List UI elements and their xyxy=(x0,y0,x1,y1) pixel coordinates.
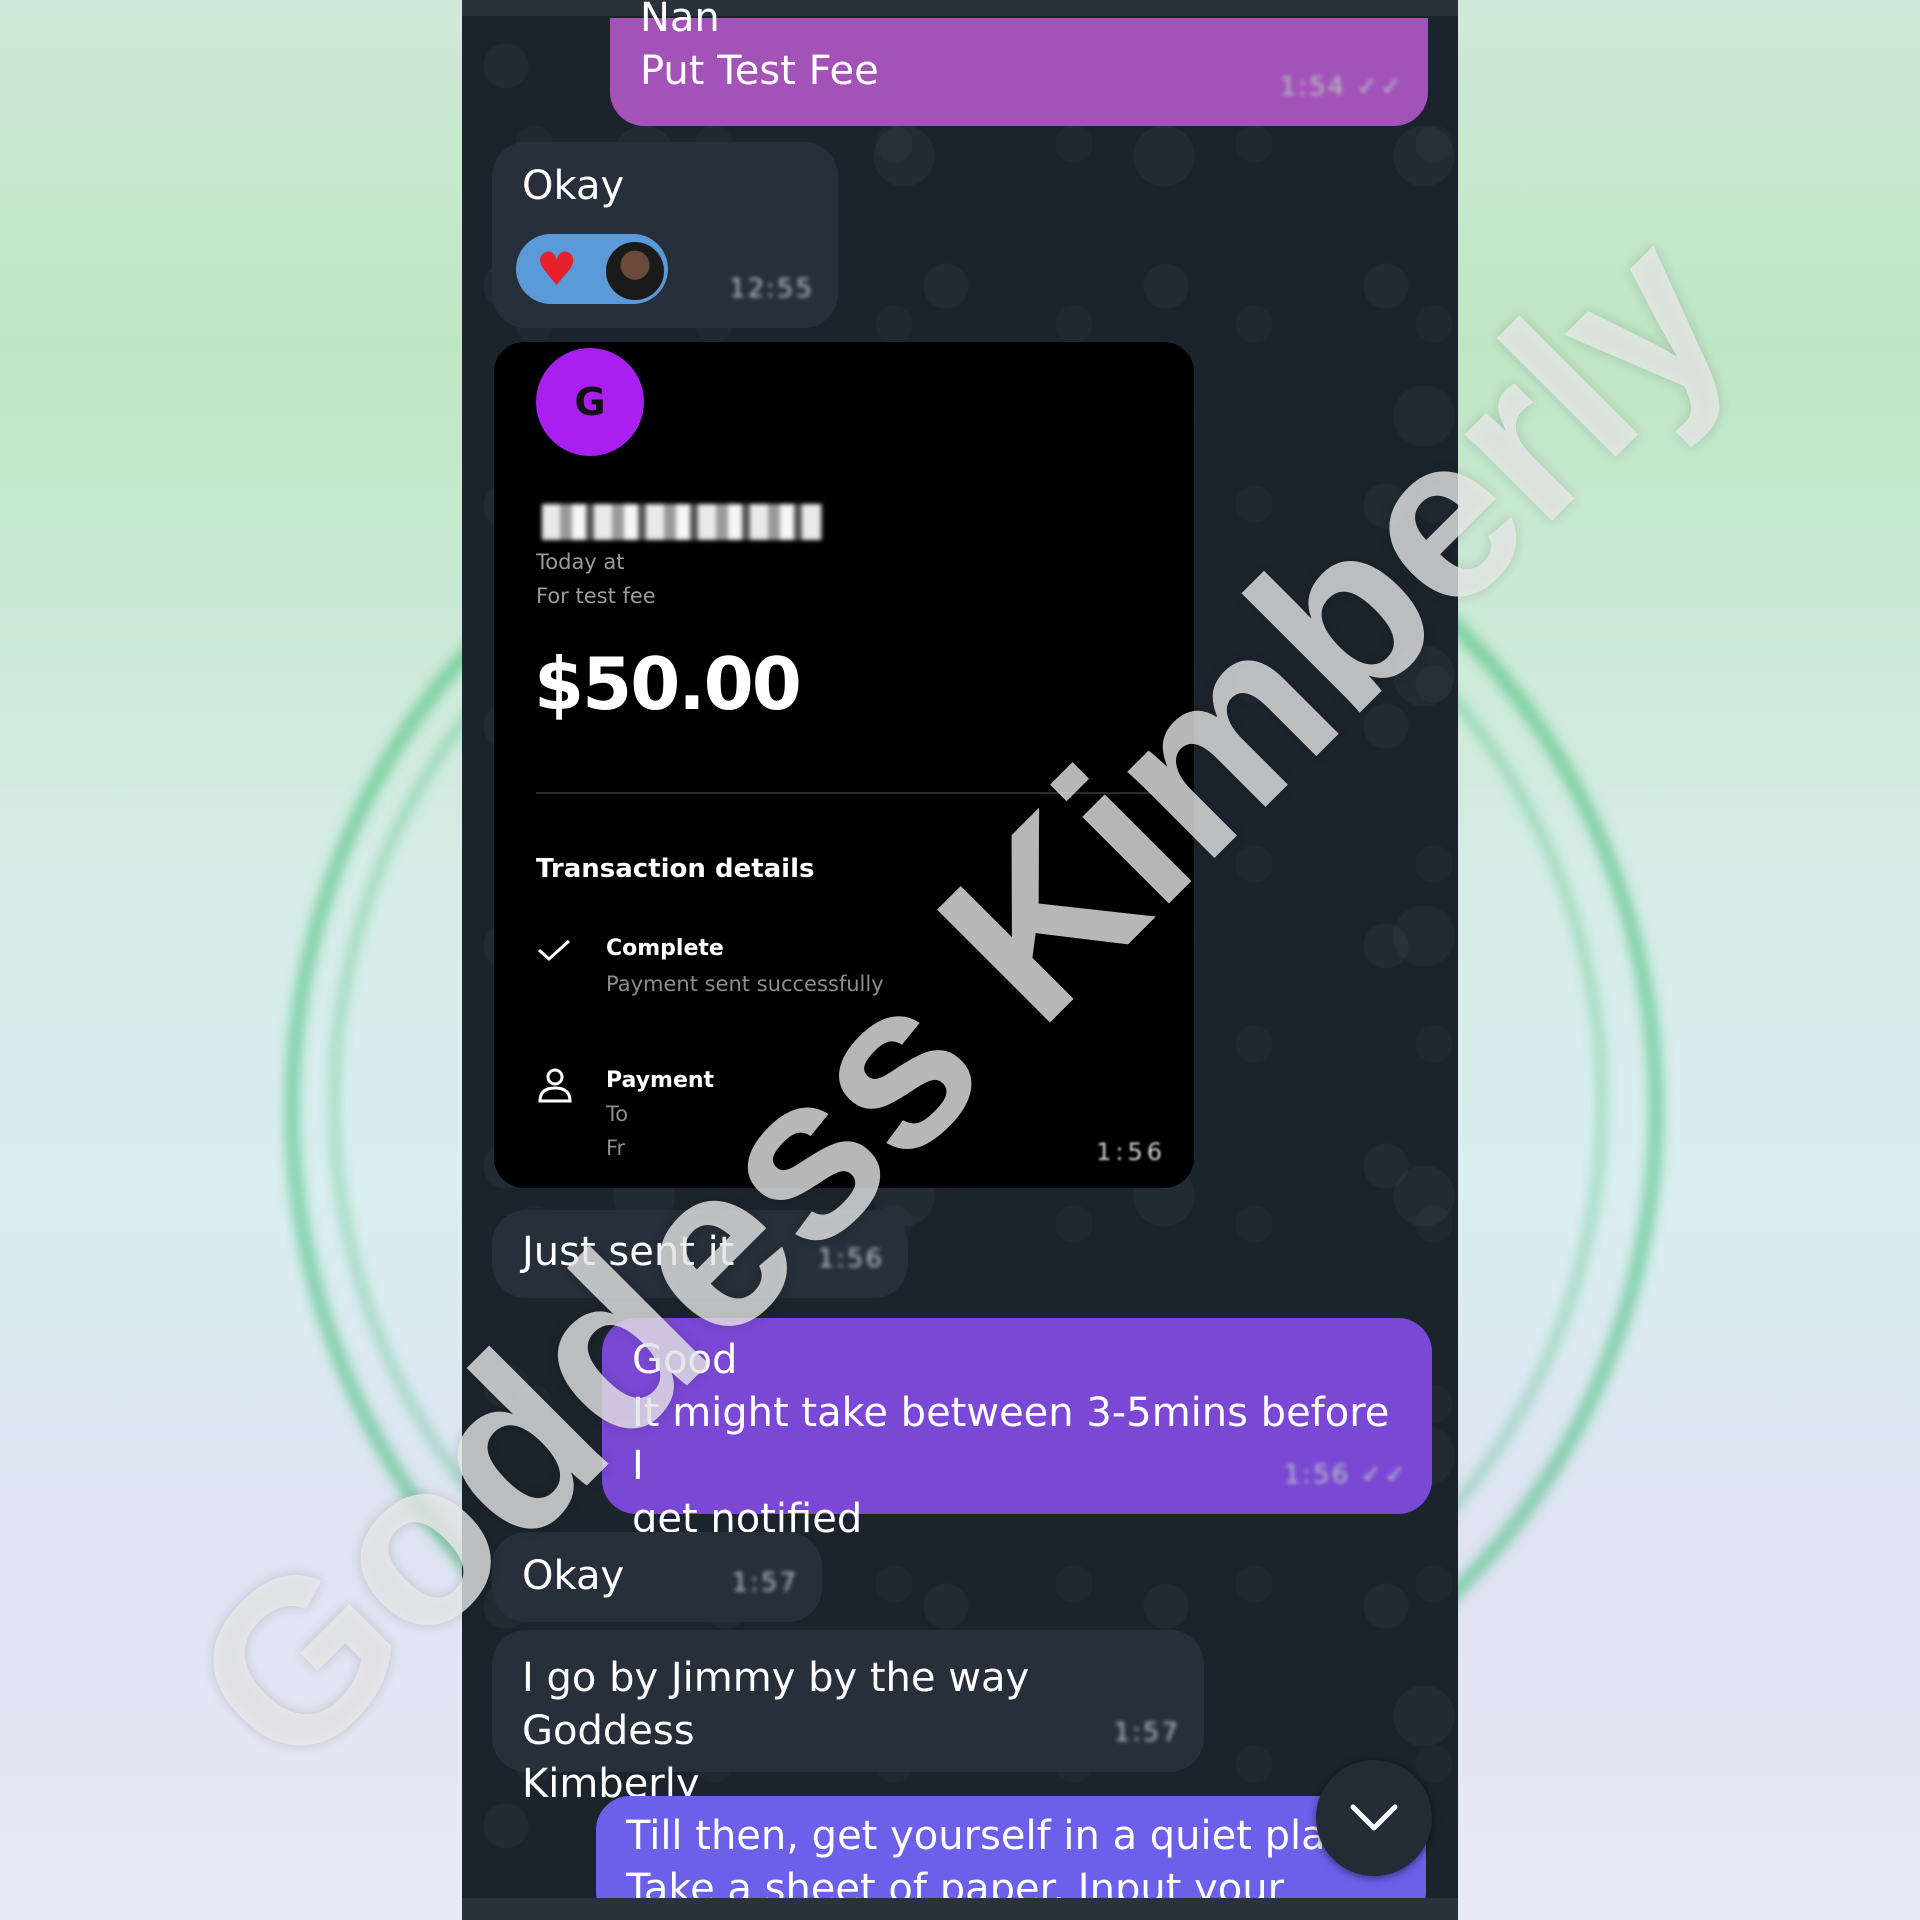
card-divider xyxy=(536,792,1156,794)
reaction-avatar[interactable] xyxy=(604,240,666,302)
payment-to: To xyxy=(606,1102,629,1126)
incoming-message-jimmy[interactable]: I go by Jimmy by the way Goddess Kimberl… xyxy=(492,1630,1204,1807)
card-amount: $50.00 xyxy=(534,642,802,726)
payment-label: Payment xyxy=(606,1068,715,1093)
message-text-line1: Nan xyxy=(640,0,720,41)
card-date: Today at xyxy=(536,550,625,574)
status-subtitle: Payment sent successfully xyxy=(606,972,884,996)
chat-bottom-edge xyxy=(462,1898,1458,1920)
outgoing-message-2[interactable]: Good It might take between 3-5mins befor… xyxy=(602,1318,1432,1542)
incoming-message-okay[interactable]: Okay ♥ 12:55 xyxy=(492,142,838,328)
payment-screenshot-image[interactable]: G Today at For test fee $50.00 Transacti… xyxy=(494,342,1194,1188)
check-icon xyxy=(537,939,571,962)
message-text: Good It might take between 3-5mins befor… xyxy=(632,1337,1390,1542)
card-note: For test fee xyxy=(536,584,656,608)
outgoing-message-1[interactable]: Nan Put Test Fee 1:54 ✓✓ xyxy=(610,0,1428,126)
transaction-details-title: Transaction details xyxy=(536,854,815,884)
incoming-message-just-sent[interactable]: Just sent it 1:56 xyxy=(492,1210,908,1298)
message-text: I go by Jimmy by the way Goddess Kimberl… xyxy=(522,1655,1030,1807)
message-meta: 1:57 xyxy=(731,1568,798,1598)
image-meta: 1:56 xyxy=(1096,1138,1166,1166)
payment-from: Fr xyxy=(606,1136,626,1160)
redacted-recipient-name xyxy=(542,504,822,540)
heart-icon[interactable]: ♥ xyxy=(536,244,577,294)
status-title: Complete xyxy=(606,936,724,961)
message-meta: 1:56 xyxy=(817,1244,884,1274)
chevron-down-icon xyxy=(1350,1804,1398,1831)
scroll-to-bottom-button[interactable] xyxy=(1316,1760,1432,1876)
incoming-message-okay-2[interactable]: Okay 1:57 xyxy=(492,1532,822,1622)
card-avatar: G xyxy=(536,348,644,456)
message-text: Okay xyxy=(522,163,625,209)
chat-panel[interactable]: Nan Put Test Fee 1:54 ✓✓ Okay ♥ 12:55 G … xyxy=(462,0,1458,1920)
message-meta: 1:54 ✓✓ xyxy=(1279,72,1404,102)
message-meta: 1:56 ✓✓ xyxy=(1283,1460,1408,1490)
person-icon xyxy=(538,1068,572,1103)
reactions-bar[interactable]: ♥ xyxy=(516,234,668,304)
message-meta: 1:57 xyxy=(1113,1718,1180,1748)
message-meta: 12:55 xyxy=(729,274,814,304)
